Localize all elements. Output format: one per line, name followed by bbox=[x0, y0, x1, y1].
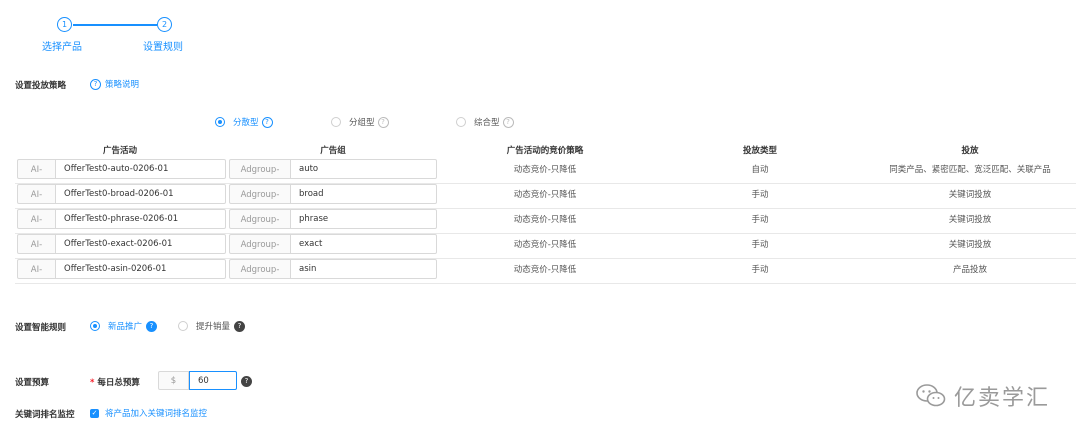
strategy-option-combined[interactable]: 综合型 ? bbox=[456, 116, 514, 128]
header-adgroup: 广告组 bbox=[320, 146, 346, 156]
table-row: AI- Adgroup- 动态竞价-只降低 手动 关键词投放 bbox=[15, 183, 1076, 209]
targeting-type-cell: 自动 bbox=[751, 165, 769, 175]
question-circle-icon: ? bbox=[90, 78, 101, 90]
campaign-prefix-addon: AI- bbox=[17, 159, 56, 179]
keyword-monitor-checkbox[interactable]: ✓ 将产品加入关键词排名监控 bbox=[90, 407, 207, 419]
adgroup-name-input[interactable] bbox=[291, 159, 437, 179]
radio-unchecked-icon[interactable] bbox=[331, 117, 341, 127]
targeting-type-cell: 手动 bbox=[751, 240, 769, 250]
strategy-help-link[interactable]: ? 策略说明 bbox=[90, 78, 139, 90]
step-1-circle[interactable]: 1 bbox=[57, 17, 72, 32]
checkbox-checked-icon[interactable]: ✓ bbox=[90, 408, 99, 418]
currency-addon: $ bbox=[158, 371, 189, 390]
table-row: AI- Adgroup- 动态竞价-只降低 手动 产品投放 bbox=[15, 258, 1076, 284]
adgroup-name-input[interactable] bbox=[291, 234, 437, 254]
step-connector bbox=[73, 24, 157, 26]
keyword-monitor-label: 关键词排名监控 bbox=[15, 410, 75, 420]
question-circle-icon[interactable]: ? bbox=[146, 320, 158, 332]
campaign-name-input[interactable] bbox=[56, 259, 226, 279]
question-circle-icon[interactable]: ? bbox=[261, 116, 273, 128]
targeting-type-cell: 手动 bbox=[751, 215, 769, 225]
campaign-name-input[interactable] bbox=[56, 184, 226, 204]
smart-rules-label: 设置智能规则 bbox=[15, 323, 67, 333]
table-row: AI- Adgroup- 动态竞价-只降低 手动 关键词投放 bbox=[15, 233, 1076, 259]
campaign-name-input[interactable] bbox=[56, 234, 226, 254]
bidding-strategy-cell: 动态竞价-只降低 bbox=[513, 240, 577, 250]
daily-budget-label: * 每日总预算 bbox=[90, 378, 140, 388]
smart-rule-boost-sales[interactable]: 提升销量 ? bbox=[178, 320, 246, 332]
budget-label: 设置预算 bbox=[15, 378, 50, 388]
strategy-option-grouped[interactable]: 分组型 ? bbox=[331, 116, 389, 128]
bidding-strategy-cell: 动态竞价-只降低 bbox=[513, 165, 577, 175]
header-type: 投放类型 bbox=[742, 146, 777, 156]
bidding-strategy-cell: 动态竞价-只降低 bbox=[513, 215, 577, 225]
targeting-type-cell: 手动 bbox=[751, 190, 769, 200]
step-2-label[interactable]: 设置规则 bbox=[143, 38, 183, 53]
adgroup-name-input[interactable] bbox=[291, 209, 437, 229]
question-circle-icon[interactable]: ? bbox=[377, 116, 389, 128]
radio-checked-icon[interactable] bbox=[215, 117, 225, 127]
adgroup-prefix-addon: Adgroup- bbox=[229, 159, 291, 179]
campaign-prefix-addon: AI- bbox=[17, 234, 56, 254]
header-bidding: 广告活动的竞价策略 bbox=[506, 146, 584, 156]
adgroup-name-input[interactable] bbox=[291, 184, 437, 204]
adgroup-prefix-addon: Adgroup- bbox=[229, 234, 291, 254]
strategy-option-dispersed[interactable]: 分散型 ? bbox=[215, 116, 273, 128]
strategy-label: 设置投放策略 bbox=[15, 81, 67, 91]
adgroup-name-input[interactable] bbox=[291, 259, 437, 279]
targeting-cell: 关键词投放 bbox=[948, 215, 992, 225]
campaign-prefix-addon: AI- bbox=[17, 184, 56, 204]
targeting-cell: 产品投放 bbox=[952, 265, 987, 275]
question-circle-icon[interactable]: ? bbox=[234, 320, 246, 332]
step-1-label[interactable]: 选择产品 bbox=[42, 38, 82, 53]
table-row: AI- Adgroup- 动态竞价-只降低 手动 关键词投放 bbox=[15, 208, 1076, 234]
radio-checked-icon[interactable] bbox=[90, 321, 100, 331]
watermark-text: 亿卖学汇 bbox=[953, 386, 1050, 411]
campaign-prefix-addon: AI- bbox=[17, 209, 56, 229]
adgroup-prefix-addon: Adgroup- bbox=[229, 209, 291, 229]
header-campaign: 广告活动 bbox=[102, 146, 137, 156]
targeting-cell: 关键词投放 bbox=[948, 190, 992, 200]
targeting-cell: 同类产品、紧密匹配、宽泛匹配、关联产品 bbox=[889, 165, 1051, 175]
campaign-name-input[interactable] bbox=[56, 159, 226, 179]
daily-budget-input[interactable] bbox=[189, 371, 237, 390]
adgroup-prefix-addon: Adgroup- bbox=[229, 184, 291, 204]
campaign-name-input[interactable] bbox=[56, 209, 226, 229]
smart-rule-new-product[interactable]: 新品推广 ? bbox=[90, 320, 158, 332]
adgroup-prefix-addon: Adgroup- bbox=[229, 259, 291, 279]
wechat-icon bbox=[916, 384, 946, 407]
strategy-help-text[interactable]: 策略说明 bbox=[105, 78, 139, 90]
targeting-cell: 关键词投放 bbox=[948, 240, 992, 250]
bidding-strategy-cell: 动态竞价-只降低 bbox=[513, 190, 577, 200]
targeting-type-cell: 手动 bbox=[751, 265, 769, 275]
question-circle-icon[interactable]: ? bbox=[241, 376, 252, 387]
radio-unchecked-icon[interactable] bbox=[456, 117, 466, 127]
table-row: AI- Adgroup- 动态竞价-只降低 自动 同类产品、紧密匹配、宽泛匹配、… bbox=[15, 158, 1076, 184]
watermark: 亿卖学汇 bbox=[916, 380, 1050, 412]
bidding-strategy-cell: 动态竞价-只降低 bbox=[513, 265, 577, 275]
question-circle-icon[interactable]: ? bbox=[502, 116, 514, 128]
header-targeting: 投放 bbox=[961, 146, 979, 156]
campaign-prefix-addon: AI- bbox=[17, 259, 56, 279]
step-2-circle[interactable]: 2 bbox=[157, 17, 172, 32]
radio-unchecked-icon[interactable] bbox=[178, 321, 188, 331]
